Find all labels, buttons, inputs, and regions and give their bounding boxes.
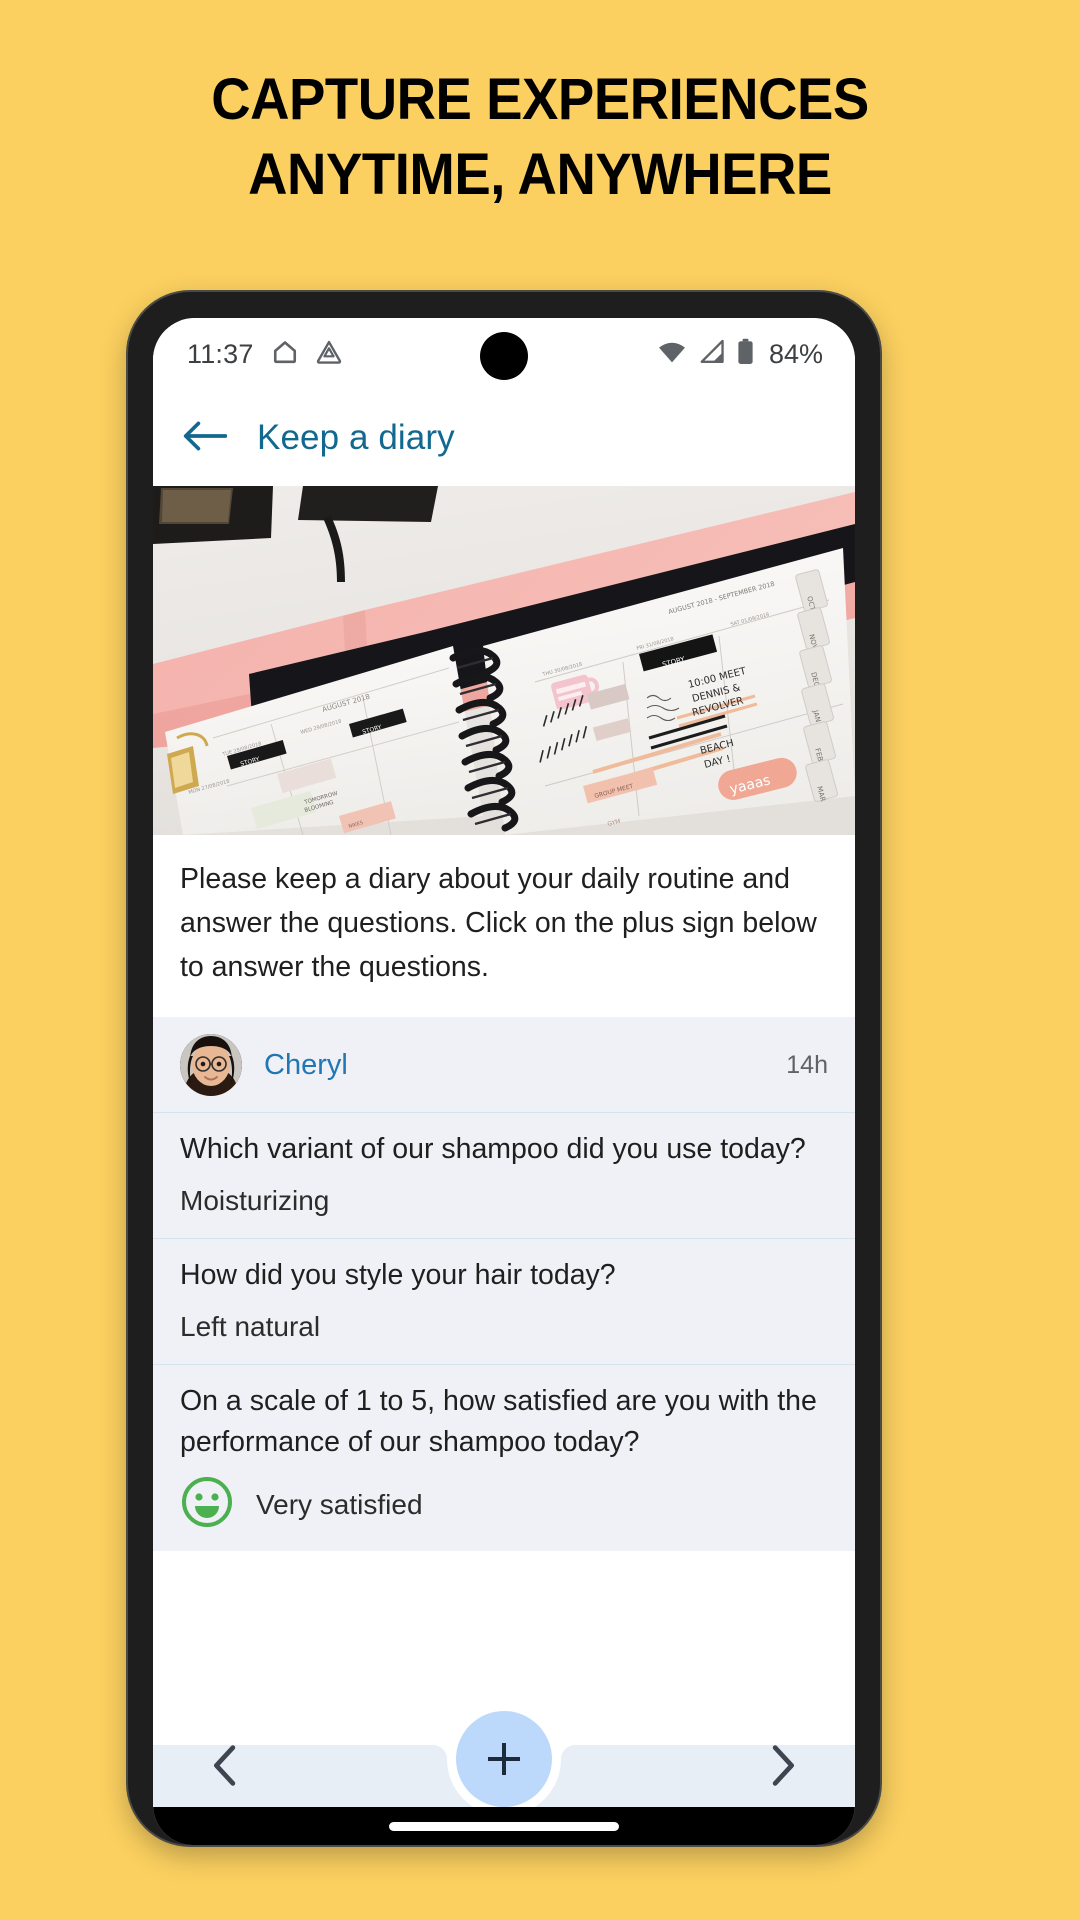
- status-bar-left: 11:37: [187, 339, 342, 370]
- add-entry-fab[interactable]: [456, 1711, 552, 1807]
- back-arrow-icon[interactable]: [183, 418, 228, 459]
- question-text: Which variant of our shampoo did you use…: [180, 1133, 806, 1165]
- battery-percent-label: 84%: [768, 338, 823, 369]
- content-filler: [153, 1551, 855, 1669]
- next-entry-button[interactable]: [765, 1744, 799, 1793]
- hero-image: AUGUST 2018 TUE 28/08/2018 WED 29/08/201…: [153, 486, 855, 835]
- plus-icon: [488, 1743, 520, 1775]
- app-bar: Keep a diary: [153, 390, 855, 486]
- answer-text: Left natural: [180, 1311, 321, 1342]
- rating-answer: Very satisfied: [180, 1475, 828, 1534]
- phone-screen: 11:37 84% Keep a diary AUGUST 2018 TUE 2…: [153, 318, 855, 1845]
- drive-triangle-icon: [316, 339, 342, 370]
- status-bar-clock: 11:37: [187, 338, 254, 369]
- entry-timestamp: 14h: [786, 1050, 828, 1079]
- qa-item-2: How did you style your hair today? Left …: [153, 1238, 855, 1364]
- page-headline: CAPTURE EXPERIENCES ANYTIME, ANYWHERE: [32, 62, 1047, 212]
- avatar: [180, 1034, 242, 1096]
- diary-entry-card: Cheryl 14h Which variant of our shampoo …: [153, 1017, 855, 1551]
- home-indicator[interactable]: [389, 1821, 619, 1831]
- qa-item-3: On a scale of 1 to 5, how satisfied are …: [153, 1364, 855, 1551]
- question-text: On a scale of 1 to 5, how satisfied are …: [180, 1385, 817, 1458]
- smiley-face-icon: [180, 1475, 234, 1534]
- page-title: Keep a diary: [257, 418, 455, 457]
- question-text: How did you style your hair today?: [180, 1259, 616, 1291]
- answer-text: Moisturizing: [180, 1185, 330, 1216]
- entry-header: Cheryl 14h: [153, 1017, 855, 1112]
- home-shape-icon: [272, 339, 298, 370]
- task-description: Please keep a diary about your daily rou…: [153, 835, 855, 1017]
- chevron-left-icon: [214, 1745, 236, 1786]
- previous-entry-button[interactable]: [209, 1744, 243, 1793]
- battery-icon: [736, 338, 755, 370]
- notebook-photo: AUGUST 2018 TUE 28/08/2018 WED 29/08/201…: [153, 486, 855, 835]
- rating-label: Very satisfied: [256, 1488, 423, 1520]
- camera-punch-hole: [480, 332, 528, 380]
- system-gesture-bar: [153, 1807, 855, 1845]
- phone-frame: 11:37 84% Keep a diary AUGUST 2018 TUE 2…: [128, 292, 880, 1845]
- headline-line-1: CAPTURE EXPERIENCES: [211, 67, 869, 132]
- qa-item-1: Which variant of our shampoo did you use…: [153, 1112, 855, 1238]
- wifi-icon: [657, 340, 687, 369]
- entry-author[interactable]: Cheryl: [264, 1049, 348, 1082]
- headline-line-2: ANYTIME, ANYWHERE: [248, 142, 832, 207]
- status-bar: 11:37 84%: [153, 318, 855, 390]
- cellular-signal-icon: [698, 339, 725, 369]
- status-bar-right: 84%: [657, 338, 823, 370]
- chevron-right-icon: [772, 1745, 794, 1786]
